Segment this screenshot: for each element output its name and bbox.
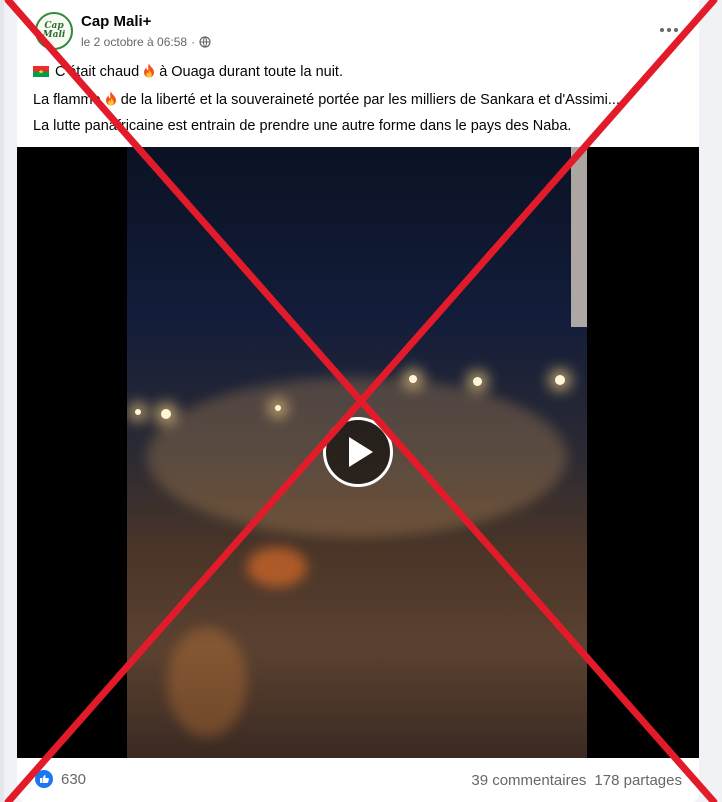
avatar-logo-text: Cap Mali: [42, 21, 66, 40]
street-light: [555, 375, 565, 385]
post-text-segment: La flamme: [33, 92, 101, 108]
comments-count-link[interactable]: 39 commentaires: [471, 772, 586, 789]
page-edge: [0, 0, 4, 802]
engagement-stats: 39 commentaires 178 partages: [471, 772, 682, 789]
facebook-post: Cap Mali Cap Mali+ le 2 octobre à 06:58 …: [17, 0, 699, 802]
video-player[interactable]: [17, 147, 699, 758]
meta-separator: ·: [191, 35, 196, 49]
post-text-segment: de la liberté et la souveraineté portée …: [120, 92, 620, 108]
post-text-segment: C'était chaud: [55, 64, 140, 80]
post-text-line-1: C'était chaud à Ouaga durant toute la nu…: [33, 63, 343, 80]
like-count: 630: [61, 770, 87, 788]
street-light: [275, 405, 281, 411]
play-icon: [349, 437, 373, 467]
video-glow: [167, 627, 247, 737]
globe-icon: [199, 36, 211, 48]
post-meta: le 2 octobre à 06:58 ·: [81, 35, 211, 49]
street-light: [409, 375, 417, 383]
street-light: [135, 409, 141, 415]
video-building: [571, 147, 587, 327]
video-frame[interactable]: [127, 147, 587, 758]
play-button[interactable]: [323, 417, 393, 487]
post-text-line-3: La lutte panafricaine est entrain de pre…: [33, 118, 572, 134]
more-options-icon[interactable]: [657, 18, 681, 42]
fire-emoji-icon: [144, 63, 155, 78]
fire-emoji-icon: [105, 91, 116, 106]
street-light: [161, 409, 171, 419]
avatar[interactable]: Cap Mali: [35, 12, 73, 50]
reactions-summary[interactable]: 630: [35, 770, 86, 788]
post-timestamp[interactable]: le 2 octobre à 06:58: [81, 35, 187, 49]
post-text-line-2: La flamme de la liberté et la souveraine…: [33, 91, 620, 108]
video-fire-glow: [247, 547, 307, 587]
post-text-segment: à Ouaga durant toute la nuit.: [159, 64, 343, 80]
shares-count-link[interactable]: 178 partages: [594, 772, 682, 789]
street-light: [473, 377, 482, 386]
like-icon: [35, 770, 53, 788]
author-name[interactable]: Cap Mali+: [81, 13, 151, 30]
burkina-faso-flag-icon: [33, 66, 49, 77]
